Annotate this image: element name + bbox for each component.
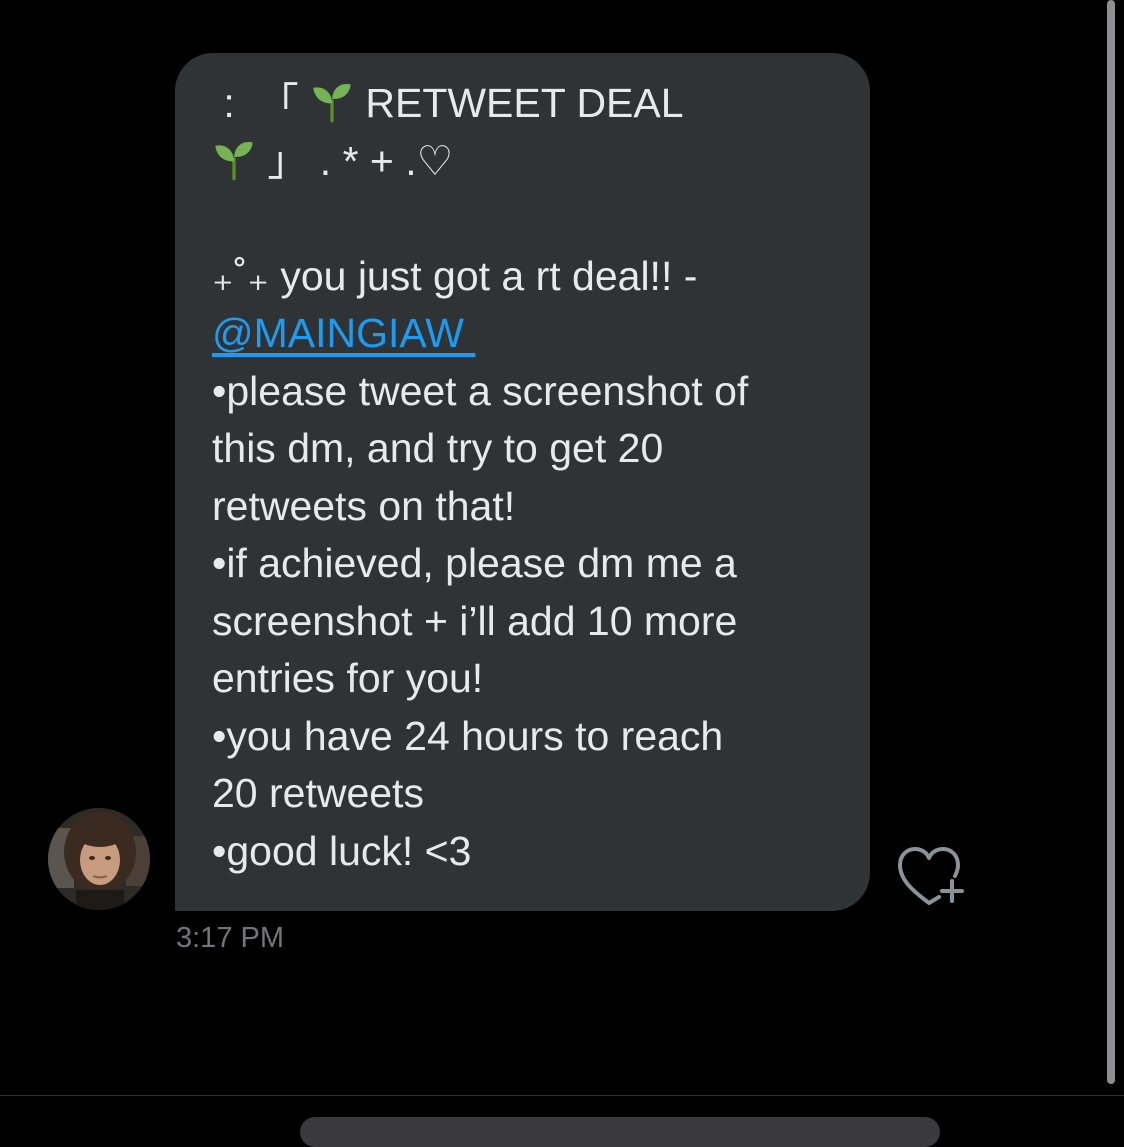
message-line: •you have 24 hours to reach	[212, 712, 724, 759]
scrollbar[interactable]	[1107, 0, 1115, 1084]
message-intro: ₊˚₊ you just got a rt deal!! -	[212, 252, 709, 299]
heart-plus-icon[interactable]	[895, 843, 967, 909]
composer-bar[interactable]	[300, 1117, 940, 1147]
message-bubble: : 「 RETWEET DEAL 」 . * + .♡ ₊˚₊ you just…	[175, 53, 870, 911]
mention-line: @MAINGIAW	[212, 305, 840, 363]
seedling-icon	[313, 84, 351, 123]
mention-link[interactable]: @MAINGIAW	[212, 310, 475, 356]
message-line: this dm, and try to get 20	[212, 425, 664, 471]
seedling-icon	[215, 141, 253, 180]
message-header-line-1: : 「 RETWEET DEAL	[212, 80, 684, 126]
message-line: retweets on that!	[212, 482, 516, 529]
avatar[interactable]	[48, 808, 150, 910]
avatar-photo	[48, 808, 150, 910]
message-line: •please tweet a screenshot of	[212, 367, 749, 414]
message-line: entries for you!	[212, 655, 484, 701]
message-line: screenshot + i’ll add 10 more	[212, 597, 738, 644]
message-line: •good luck! <3	[212, 827, 472, 874]
message-header-line-2: 」 . * + .♡	[212, 133, 840, 191]
divider	[0, 1095, 1124, 1096]
message-timestamp: 3:17 PM	[176, 922, 284, 954]
message-line: 20 retweets	[212, 770, 424, 816]
message-line: •if achieved, please dm me a	[212, 540, 737, 586]
